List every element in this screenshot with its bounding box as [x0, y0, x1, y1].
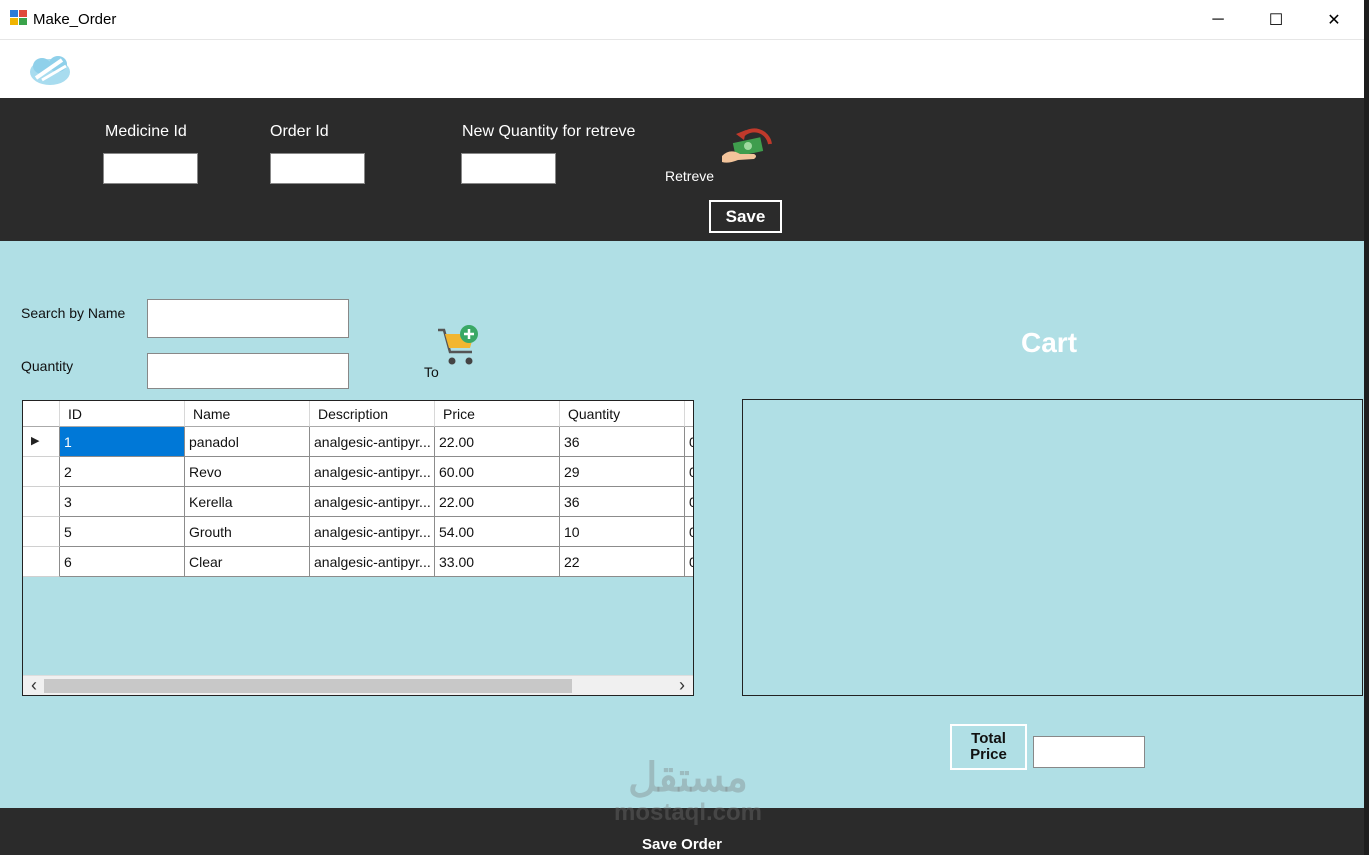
cell-name[interactable]: Kerella: [185, 487, 310, 517]
cell-description[interactable]: analgesic-antipyr...: [310, 487, 435, 517]
money-retrieve-icon[interactable]: [720, 126, 774, 166]
cell-price[interactable]: 33.00: [435, 547, 560, 577]
cart-title: Cart: [1021, 327, 1078, 358]
cell-extra[interactable]: 0: [685, 487, 693, 517]
cell-name[interactable]: Revo: [185, 457, 310, 487]
cell-description[interactable]: analgesic-antipyr...: [310, 547, 435, 577]
cell-quantity[interactable]: 10: [560, 517, 685, 547]
save-button[interactable]: Save: [709, 200, 782, 233]
logo-icon: [30, 56, 70, 85]
cell-price[interactable]: 54.00: [435, 517, 560, 547]
table-corner: [23, 401, 60, 427]
column-header-id[interactable]: ID: [60, 401, 185, 427]
row-header[interactable]: [23, 457, 60, 487]
watermark: مستقل mostaql.com: [598, 756, 778, 826]
cell-price[interactable]: 22.00: [435, 427, 560, 457]
logo-strip: [0, 40, 1364, 98]
make-order-window: Make_Order ─ ☐ ✕ Medicine Id Order Id Ne…: [0, 0, 1364, 855]
cell-price[interactable]: 22.00: [435, 487, 560, 517]
table-row[interactable]: 5 Grouth analgesic-antipyr... 54.00 10 0: [23, 517, 693, 547]
maximize-button[interactable]: ☐: [1247, 0, 1305, 39]
retreve-label: Retreve: [665, 168, 715, 184]
title-bar: Make_Order ─ ☐ ✕: [0, 0, 1364, 40]
retrieve-panel: Medicine Id Order Id New Quantity for re…: [0, 98, 1364, 241]
add-to-cart-label: To: [424, 364, 439, 380]
watermark-arabic: مستقل: [628, 756, 748, 800]
new-quantity-label: New Quantity for retreve: [462, 123, 636, 140]
cell-price[interactable]: 60.00: [435, 457, 560, 487]
table-row[interactable]: 6 Clear analgesic-antipyr... 33.00 22 0: [23, 547, 693, 577]
column-header-price[interactable]: Price: [435, 401, 560, 427]
column-header-extra[interactable]: [685, 401, 693, 427]
cell-id[interactable]: 1: [60, 427, 185, 457]
column-header-name[interactable]: Name: [185, 401, 310, 427]
cell-quantity[interactable]: 36: [560, 487, 685, 517]
table-row[interactable]: 3 Kerella analgesic-antipyr... 22.00 36 …: [23, 487, 693, 517]
total-price-field[interactable]: [1033, 736, 1145, 768]
row-header[interactable]: [23, 517, 60, 547]
save-order-button[interactable]: Save Order: [0, 836, 1364, 853]
cell-id[interactable]: 3: [60, 487, 185, 517]
medicine-table[interactable]: ID Name Description Price Quantity ▶ 1 p…: [22, 400, 694, 696]
cart-list[interactable]: [742, 399, 1363, 696]
medicine-id-label: Medicine Id: [105, 123, 187, 140]
cell-name[interactable]: Clear: [185, 547, 310, 577]
cell-description[interactable]: analgesic-antipyr...: [310, 427, 435, 457]
quantity-label: Quantity: [21, 358, 74, 374]
cell-extra[interactable]: 0: [685, 547, 693, 577]
cell-description[interactable]: analgesic-antipyr...: [310, 517, 435, 547]
scroll-left-button[interactable]: ‹: [27, 676, 41, 695]
search-name-input[interactable]: [147, 299, 349, 338]
search-name-label: Search by Name: [21, 305, 126, 321]
scroll-right-button[interactable]: ›: [675, 676, 689, 695]
order-id-label: Order Id: [270, 123, 329, 140]
medicine-id-field[interactable]: [103, 153, 198, 184]
column-header-quantity[interactable]: Quantity: [560, 401, 685, 427]
cell-id[interactable]: 2: [60, 457, 185, 487]
row-header[interactable]: ▶: [23, 427, 60, 457]
cell-extra[interactable]: 0: [685, 457, 693, 487]
cell-extra[interactable]: 0: [685, 427, 693, 457]
cell-description[interactable]: analgesic-antipyr...: [310, 457, 435, 487]
close-button[interactable]: ✕: [1305, 0, 1363, 39]
order-id-field[interactable]: [270, 153, 365, 184]
column-header-description[interactable]: Description: [310, 401, 435, 427]
row-header[interactable]: [23, 547, 60, 577]
window-title: Make_Order: [33, 11, 117, 28]
cell-extra[interactable]: 0: [685, 517, 693, 547]
cell-id[interactable]: 5: [60, 517, 185, 547]
watermark-text: mostaql.com: [613, 799, 763, 826]
minimize-button[interactable]: ─: [1189, 0, 1247, 39]
cell-name[interactable]: panadol: [185, 427, 310, 457]
scroll-thumb[interactable]: [44, 679, 572, 693]
horizontal-scrollbar[interactable]: ‹ ›: [23, 675, 693, 695]
row-header[interactable]: [23, 487, 60, 517]
add-to-cart-icon[interactable]: [436, 324, 482, 368]
cell-quantity[interactable]: 29: [560, 457, 685, 487]
table-row[interactable]: 2 Revo analgesic-antipyr... 60.00 29 0: [23, 457, 693, 487]
quantity-input[interactable]: [147, 353, 349, 389]
app-icon: [10, 10, 27, 25]
cell-quantity[interactable]: 22: [560, 547, 685, 577]
total-price-label: Total Price: [950, 724, 1027, 770]
cell-quantity[interactable]: 36: [560, 427, 685, 457]
cell-id[interactable]: 6: [60, 547, 185, 577]
table-row[interactable]: ▶ 1 panadol analgesic-antipyr... 22.00 3…: [23, 427, 693, 457]
current-row-indicator-icon: ▶: [31, 435, 40, 447]
cell-name[interactable]: Grouth: [185, 517, 310, 547]
new-quantity-field[interactable]: [461, 153, 556, 184]
